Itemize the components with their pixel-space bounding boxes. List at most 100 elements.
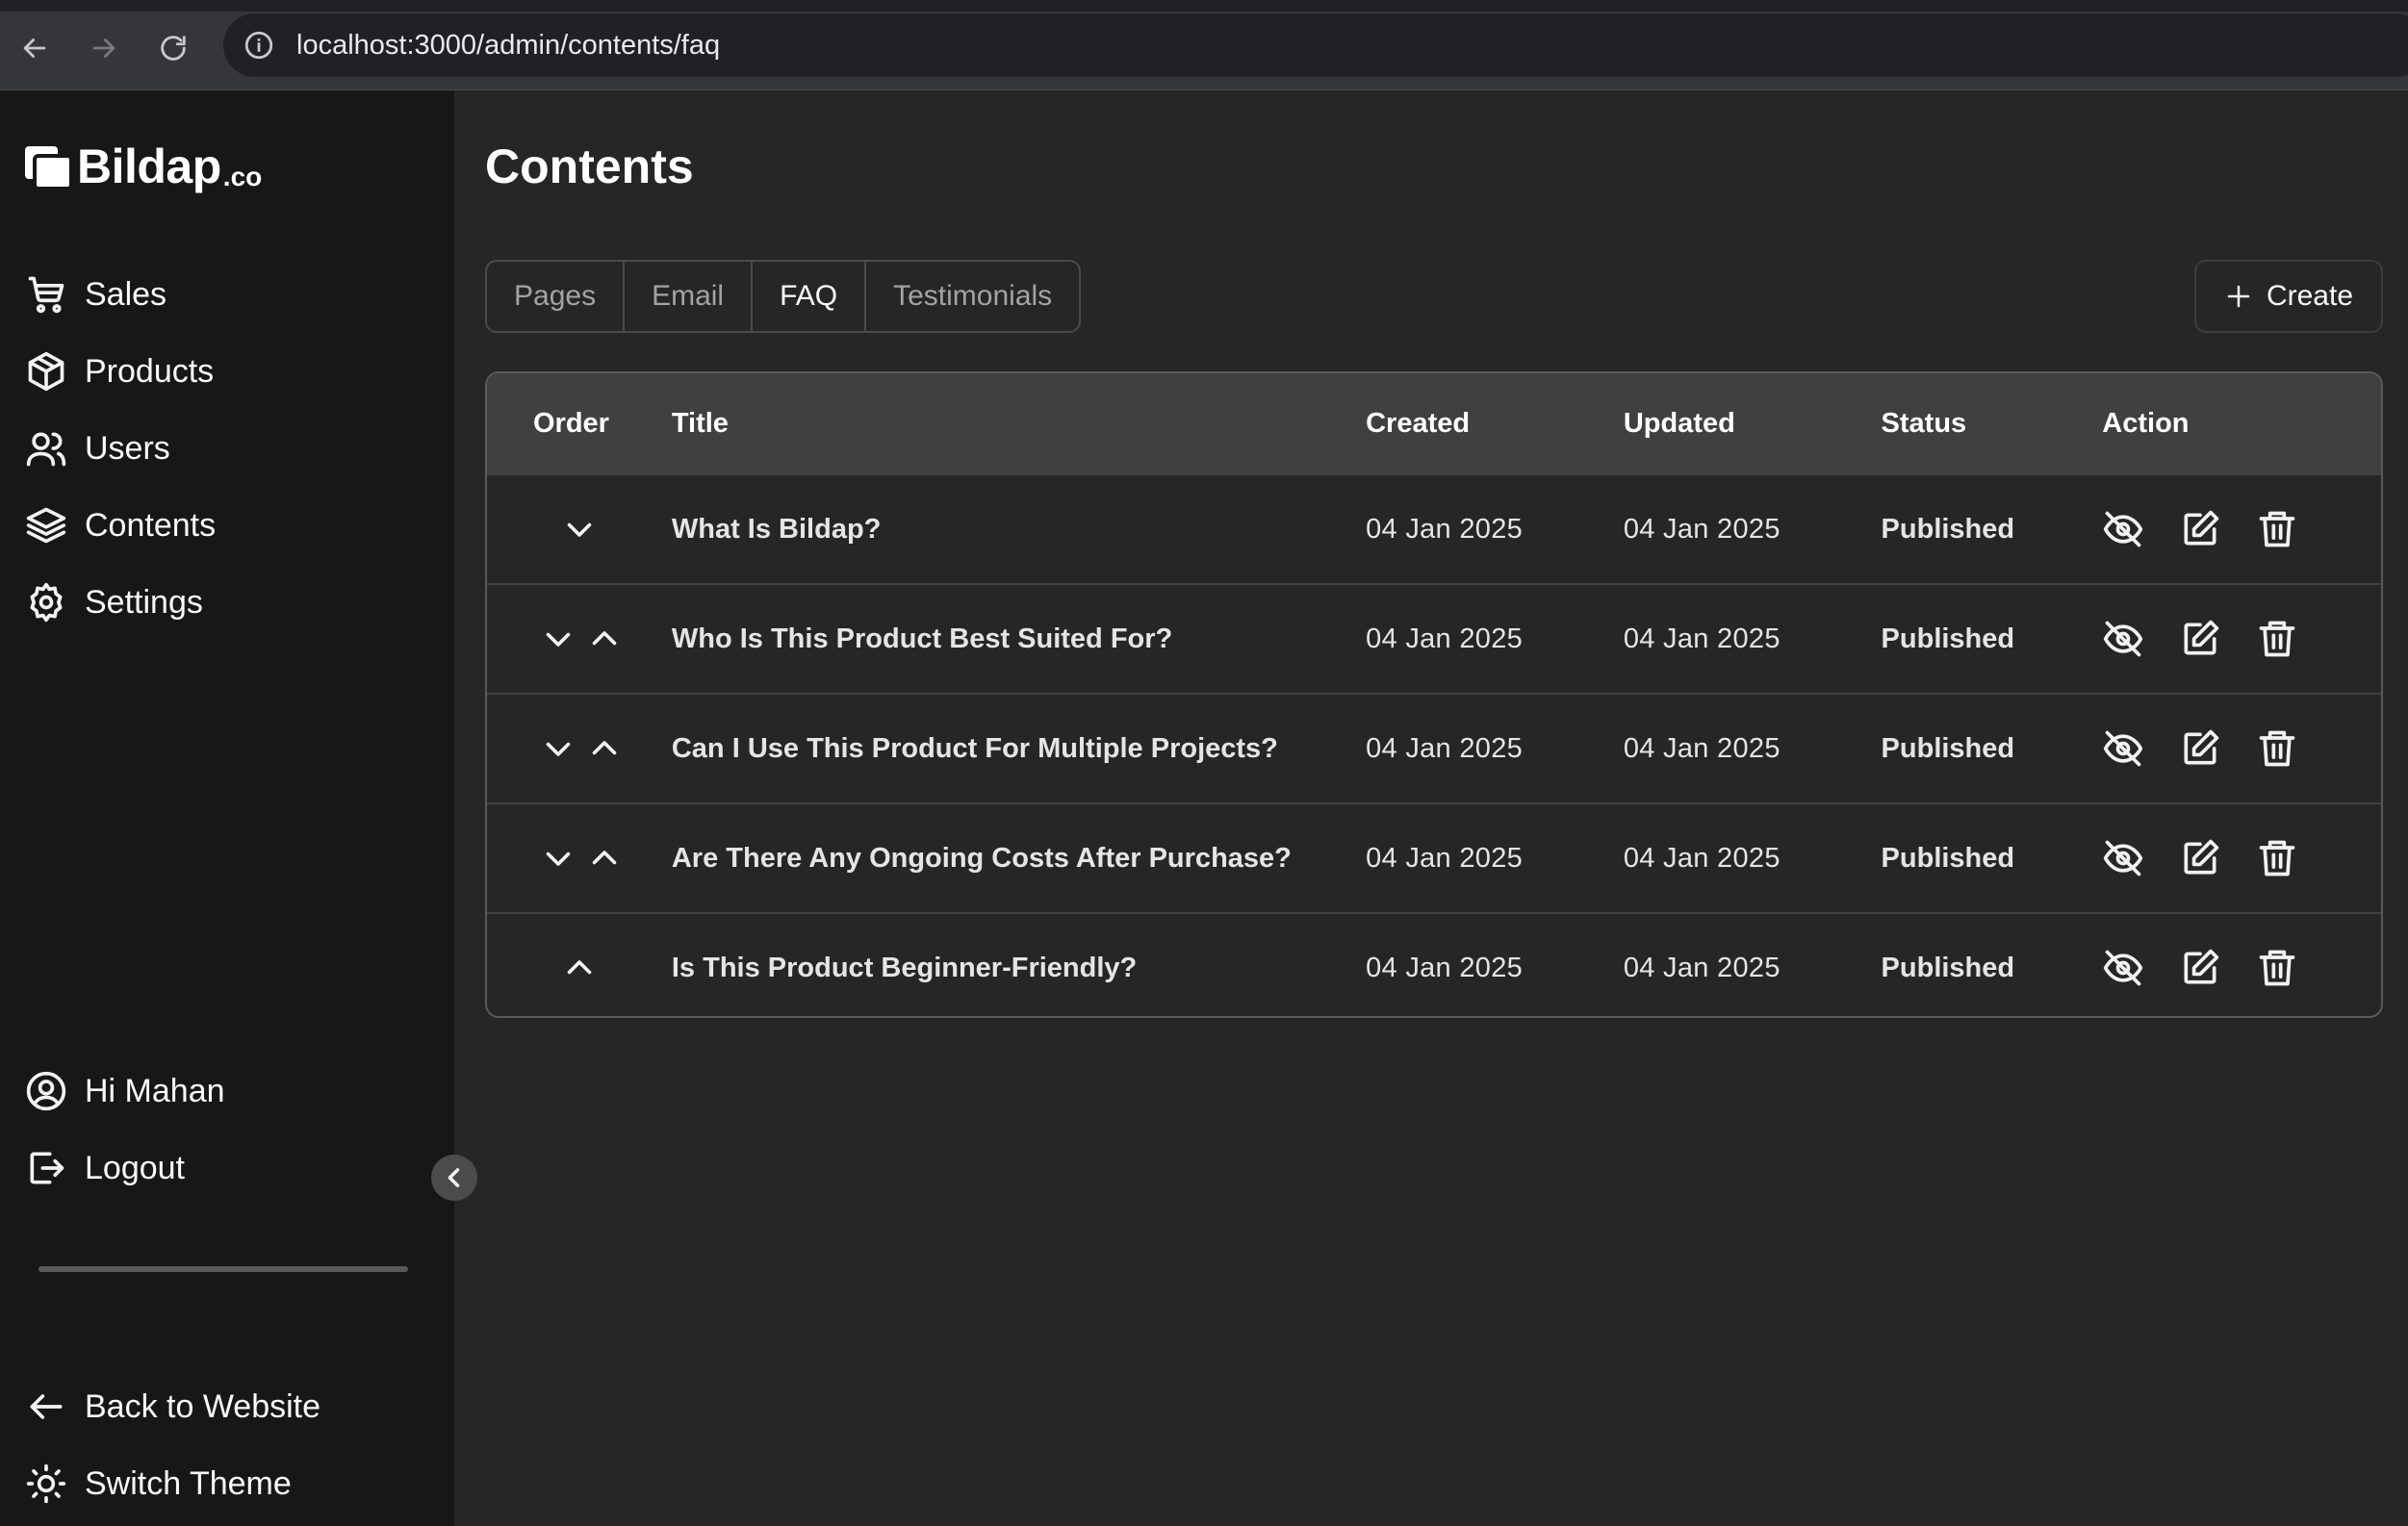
move-down-button[interactable]	[541, 731, 576, 766]
hide-button[interactable]	[2102, 727, 2144, 770]
row-actions	[2102, 618, 2381, 660]
forward-button[interactable]	[75, 19, 133, 77]
eye-off-icon	[2104, 511, 2143, 547]
row-created: 04 Jan 2025	[1366, 842, 1524, 874]
hide-button[interactable]	[2102, 508, 2144, 550]
row-status: Published	[1881, 842, 2015, 874]
move-up-button[interactable]	[587, 731, 622, 766]
table-header: Order Title Created Updated Status Actio…	[487, 373, 2381, 473]
header-updated: Updated	[1623, 407, 1735, 439]
row-created: 04 Jan 2025	[1366, 513, 1524, 545]
table-row: Can I Use This Product For Multiple Proj…	[487, 693, 2381, 802]
row-title: What Is Bildap?	[671, 513, 882, 545]
sidebar-item-products[interactable]: Products	[25, 333, 216, 410]
edit-button[interactable]	[2179, 947, 2221, 989]
logo-icon	[25, 146, 73, 191]
logout-button[interactable]: Logout	[25, 1130, 225, 1207]
plus-icon	[2227, 285, 2250, 308]
table-row: Is This Product Beginner-Friendly? 04 Ja…	[487, 912, 2381, 1016]
table-row: Who Is This Product Best Suited For? 04 …	[487, 583, 2381, 693]
trash-icon	[2259, 511, 2295, 547]
row-title: Is This Product Beginner-Friendly?	[671, 952, 1138, 983]
row-created: 04 Jan 2025	[1366, 732, 1524, 764]
eye-off-icon	[2104, 840, 2143, 877]
header-status: Status	[1881, 407, 1967, 439]
layers-icon	[26, 507, 66, 544]
move-down-button[interactable]	[562, 512, 597, 547]
trash-icon	[2259, 840, 2295, 877]
site-info-icon[interactable]	[243, 29, 275, 62]
create-button[interactable]: Create	[2194, 260, 2383, 333]
sidebar-item-users[interactable]: Users	[25, 410, 216, 487]
table-row: Are There Any Ongoing Costs After Purcha…	[487, 802, 2381, 912]
hide-button[interactable]	[2102, 837, 2144, 879]
header-action: Action	[2102, 407, 2190, 439]
header-order: Order	[533, 407, 609, 439]
edit-button[interactable]	[2179, 837, 2221, 879]
tab-pages[interactable]: Pages	[487, 262, 626, 331]
sidebar-footer: Back to Website Switch Theme	[25, 1368, 320, 1522]
move-up-button[interactable]	[587, 622, 622, 656]
hide-button[interactable]	[2102, 947, 2144, 989]
row-actions	[2102, 837, 2381, 879]
move-up-button[interactable]	[587, 841, 622, 876]
row-created: 04 Jan 2025	[1366, 623, 1524, 654]
reload-button[interactable]	[144, 19, 202, 77]
box-icon	[28, 351, 64, 392]
create-label: Create	[2266, 280, 2354, 312]
account-menu: Hi Mahan Logout	[25, 1053, 225, 1207]
sidebar-scrollbar[interactable]	[38, 1266, 408, 1272]
delete-button[interactable]	[2256, 618, 2298, 660]
account-greeting[interactable]: Hi Mahan	[25, 1053, 225, 1130]
row-status: Published	[1881, 732, 2015, 764]
delete-button[interactable]	[2256, 508, 2298, 550]
edit-button[interactable]	[2179, 727, 2221, 770]
sun-icon	[26, 1463, 66, 1504]
back-to-website-link[interactable]: Back to Website	[25, 1368, 320, 1445]
brand-logo[interactable]: Bildap .co	[23, 140, 262, 191]
sidebar-item-contents[interactable]: Contents	[25, 487, 216, 564]
back-button[interactable]	[6, 19, 64, 77]
edit-icon	[2184, 620, 2219, 655]
row-status: Published	[1881, 513, 2015, 545]
sidebar-item-settings[interactable]: Settings	[25, 564, 216, 641]
row-updated: 04 Jan 2025	[1623, 952, 1780, 983]
users-icon	[26, 432, 66, 467]
move-down-button[interactable]	[541, 622, 576, 656]
tab-faq[interactable]: FAQ	[753, 262, 867, 331]
arrow-right-icon	[92, 38, 115, 58]
sidebar-nav: Sales Products Users Contents Settings	[25, 256, 216, 641]
edit-icon	[2184, 729, 2219, 765]
chevron-left-icon	[448, 1168, 460, 1187]
trash-icon	[2259, 621, 2295, 657]
sidebar-item-sales[interactable]: Sales	[25, 256, 216, 333]
move-down-button[interactable]	[541, 841, 576, 876]
row-updated: 04 Jan 2025	[1623, 842, 1780, 874]
browser-toolbar: localhost:3000/admin/contents/faq	[0, 0, 2408, 90]
hide-button[interactable]	[2102, 618, 2144, 660]
delete-button[interactable]	[2256, 727, 2298, 770]
edit-button[interactable]	[2179, 618, 2221, 660]
switch-theme-label: Switch Theme	[85, 1464, 292, 1502]
delete-button[interactable]	[2256, 837, 2298, 879]
delete-button[interactable]	[2256, 947, 2298, 989]
address-bar[interactable]: localhost:3000/admin/contents/faq	[223, 13, 2408, 77]
gear-icon	[30, 582, 63, 623]
move-up-button[interactable]	[562, 951, 597, 985]
edit-button[interactable]	[2179, 508, 2221, 550]
row-actions	[2102, 947, 2381, 989]
collapse-sidebar-button[interactable]	[431, 1155, 477, 1201]
row-updated: 04 Jan 2025	[1623, 732, 1780, 764]
order-controls	[487, 512, 672, 547]
trash-icon	[2259, 950, 2295, 986]
order-controls	[487, 731, 672, 766]
tab-testimonials[interactable]: Testimonials	[866, 262, 1079, 331]
faq-table: Order Title Created Updated Status Actio…	[485, 371, 2383, 1018]
sidebar-item-label: Users	[85, 429, 170, 467]
header-created: Created	[1366, 407, 1471, 439]
url-text[interactable]: localhost:3000/admin/contents/faq	[296, 30, 720, 62]
tab-email[interactable]: Email	[625, 262, 754, 331]
switch-theme-button[interactable]: Switch Theme	[25, 1445, 320, 1522]
edit-icon	[2184, 839, 2219, 875]
sidebar-item-label: Settings	[85, 583, 203, 621]
